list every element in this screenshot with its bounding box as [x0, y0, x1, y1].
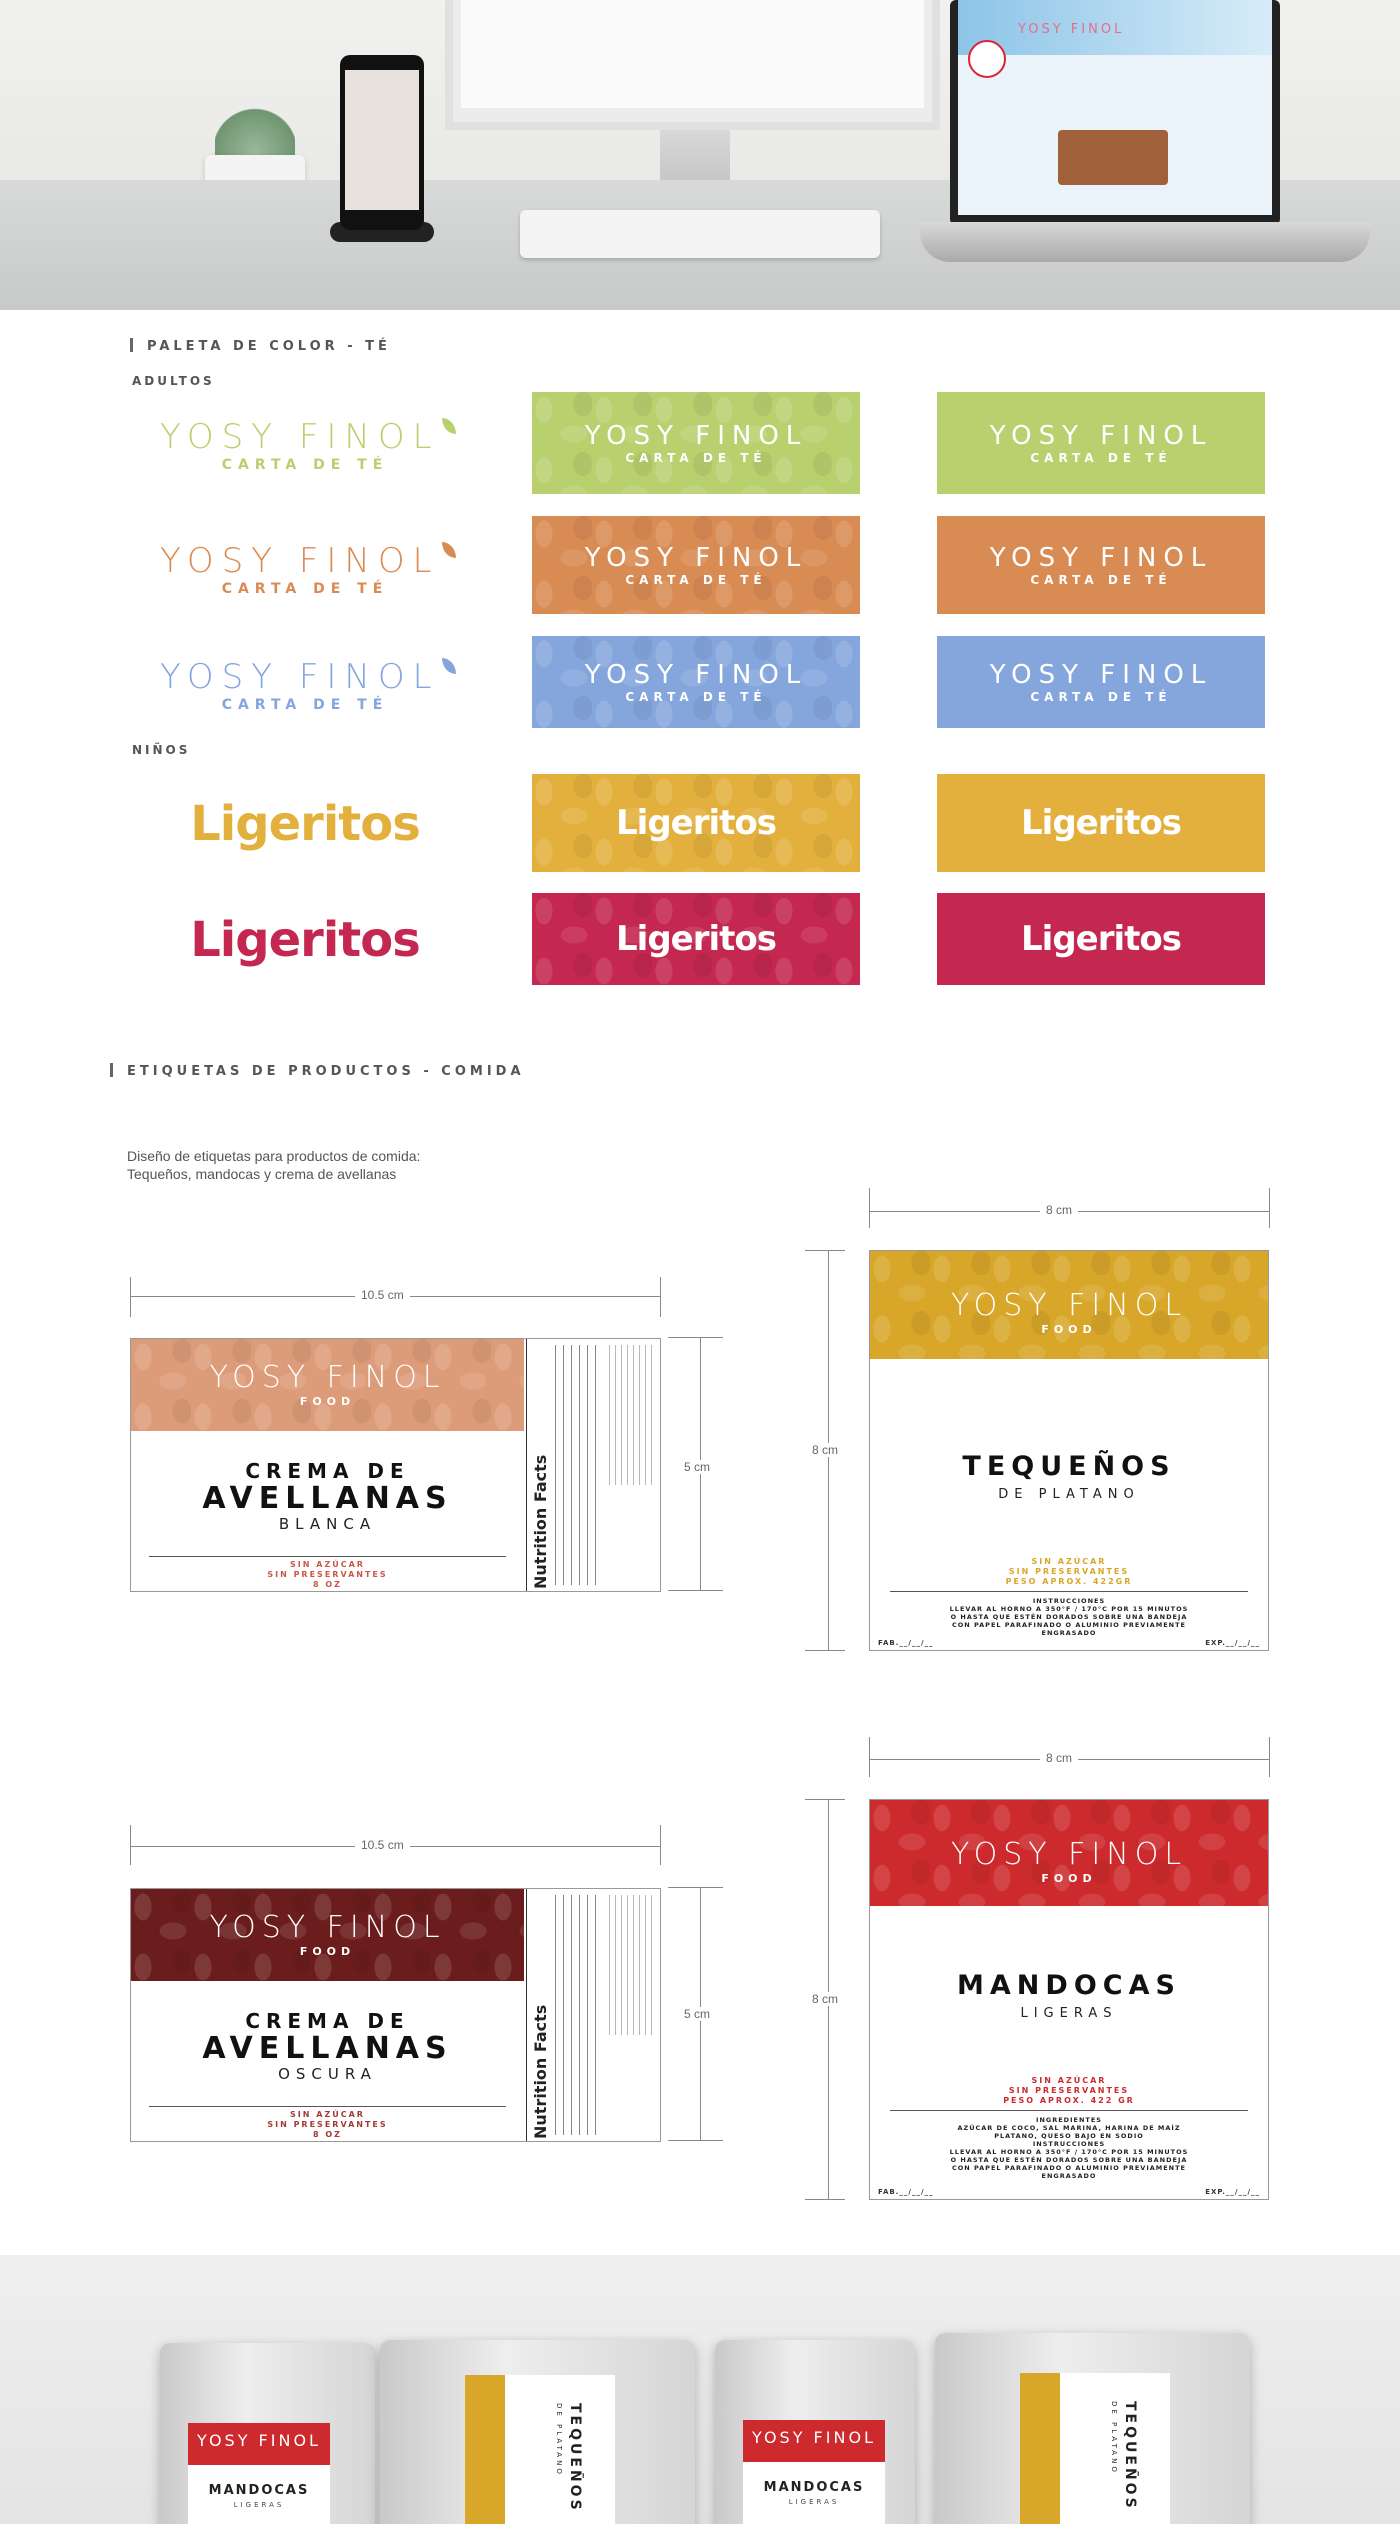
dim-crema-blanca-width: 10.5 cm: [355, 1288, 410, 1302]
monitor-icon: [445, 0, 940, 130]
label-crema-blanca: YOSY FINOL FOOD CREMA DE AVELLANAS BLANC…: [130, 1338, 661, 1592]
logo-blue: YOSY FINOL CARTA DE TÉ: [160, 658, 456, 714]
swatch-orange-solid: YOSY FINOL CARTA DE TÉ: [937, 516, 1265, 614]
swatch-green-solid: YOSY FINOL CARTA DE TÉ: [937, 392, 1265, 494]
pouch-mockup-photo: YOSY FINOL MANDOCAS LIGERAS TEQUEÑOS DE …: [0, 2255, 1400, 2524]
dim-tequenos-width: 8 cm: [1040, 1203, 1079, 1217]
labels-description: Diseño de etiquetas para productos de co…: [127, 1148, 421, 1182]
ligeritos-logo-magenta: Ligeritos: [190, 912, 421, 968]
dim-crema-blanca-height: 5 cm: [678, 1460, 717, 1474]
nutrition-panel: Nutrition Facts: [526, 1339, 660, 1591]
label-tequenos: YOSY FINOL FOOD TEQUEÑOS DE PLATANO SIN …: [869, 1250, 1269, 1651]
palette-section-title: PALETA DE COLOR - TÉ: [130, 338, 391, 354]
swatch-magenta-solid: Ligeritos: [937, 893, 1265, 985]
nutrition-panel: Nutrition Facts: [526, 1889, 660, 2141]
laptop-brand: YOSY FINOL: [1018, 22, 1125, 37]
dim-tequenos-height: 8 cm: [806, 1443, 845, 1457]
swatch-magenta-pattern: Ligeritos: [532, 893, 860, 985]
pouch-tequenos-2: TEQUEÑOS DE PLATANO: [935, 2333, 1250, 2524]
dim-mandocas-height: 8 cm: [806, 1992, 845, 2006]
adultos-label: ADULTOS: [132, 374, 215, 388]
phone-icon: [340, 55, 424, 230]
keyboard: [520, 210, 880, 258]
logo-orange: YOSY FINOL CARTA DE TÉ: [160, 542, 456, 598]
dim-mandocas-width: 8 cm: [1040, 1751, 1079, 1765]
dim-crema-oscura-width: 10.5 cm: [355, 1838, 410, 1852]
laptop-base: [920, 222, 1370, 262]
ninos-label: NIÑOS: [132, 743, 191, 757]
swatch-orange-pattern: YOSY FINOL CARTA DE TÉ: [532, 516, 860, 614]
swatch-yellow-pattern: Ligeritos: [532, 774, 860, 872]
label-crema-oscura: YOSY FINOL FOOD CREMA DE AVELLANAS OSCUR…: [130, 1888, 661, 2142]
laptop-icon: YOSY FINOL: [950, 0, 1280, 225]
swatch-blue-pattern: YOSY FINOL CARTA DE TÉ: [532, 636, 860, 728]
swatch-yellow-solid: Ligeritos: [937, 774, 1265, 872]
pouch-mandocas-2: YOSY FINOL MANDOCAS LIGERAS: [715, 2340, 915, 2524]
swatch-blue-solid: YOSY FINOL CARTA DE TÉ: [937, 636, 1265, 728]
pouch-tequenos-1: TEQUEÑOS DE PLATANO: [380, 2340, 695, 2524]
hero-photo: YOSY FINOL: [0, 0, 1400, 310]
logo-green: YOSY FINOL CARTA DE TÉ: [160, 418, 456, 474]
labels-section-title: ETIQUETAS DE PRODUCTOS - COMIDA: [110, 1063, 525, 1079]
swatch-green-pattern: YOSY FINOL CARTA DE TÉ: [532, 392, 860, 494]
dim-crema-oscura-height: 5 cm: [678, 2007, 717, 2021]
ligeritos-logo-yellow: Ligeritos: [190, 796, 421, 852]
label-mandocas: YOSY FINOL FOOD MANDOCAS LIGERAS SIN AZÚ…: [869, 1799, 1269, 2200]
pouch-mandocas-1: YOSY FINOL MANDOCAS LIGERAS: [160, 2343, 375, 2524]
